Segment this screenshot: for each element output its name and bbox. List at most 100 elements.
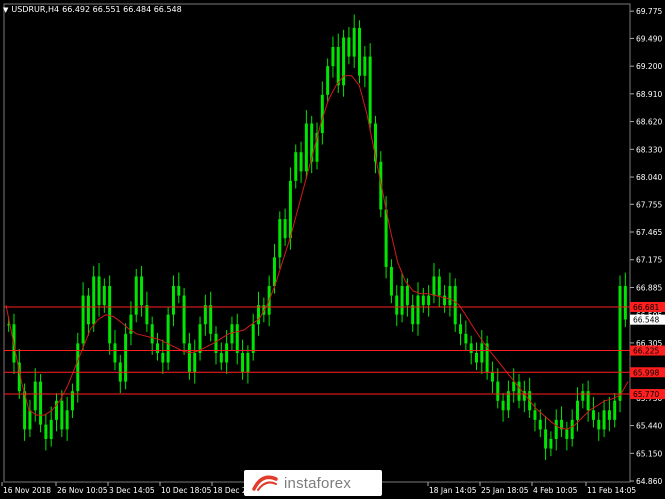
candle-body (60, 400, 64, 430)
candle-body (171, 286, 175, 315)
candle-body (294, 152, 298, 181)
y-tick-label: 67.755 (636, 200, 662, 209)
candle-body (257, 305, 261, 325)
candle-body (39, 381, 43, 425)
candle-body (389, 266, 393, 296)
candle-body (570, 419, 574, 439)
candle-body (597, 419, 601, 430)
candle-body (219, 352, 223, 363)
x-tick-label: 11 Feb 14:05 (587, 486, 636, 495)
candle-body (225, 343, 229, 363)
x-tick-label: 3 Dec 14:05 (109, 486, 155, 495)
x-tick-label: 4 Feb 10:05 (533, 486, 578, 495)
candle-body (182, 295, 186, 344)
candle-body (432, 276, 436, 296)
x-tick-label: 25 Jan 18:05 (481, 486, 529, 495)
x-tick-label: 16 Nov 2018 (3, 486, 51, 495)
symbol-label: USDRUR,H4 (11, 4, 60, 14)
candle-body (512, 381, 516, 392)
y-tick-label: 68.330 (636, 145, 662, 154)
candle-body (336, 47, 340, 86)
y-tick-label: 67.175 (636, 256, 662, 265)
candle-body (416, 295, 420, 325)
level-price-label: 66.681 (633, 303, 659, 312)
level-price-label: 66.225 (633, 347, 659, 356)
candle-body (607, 410, 611, 420)
candle-body (517, 381, 521, 401)
candle-body (251, 324, 255, 353)
y-tick-label: 66.885 (636, 283, 662, 292)
candle-body (150, 324, 154, 344)
candle-body (81, 295, 85, 344)
candle-body (459, 324, 463, 334)
candle-body (464, 333, 468, 344)
candle-body (480, 343, 484, 363)
y-tick-label: 68.910 (636, 90, 662, 99)
candle-body (108, 286, 112, 344)
candle-body (166, 314, 170, 363)
candle-body (501, 400, 505, 411)
current-price-label: 66.548 (633, 316, 659, 325)
candle-body (538, 419, 542, 430)
candle-body (581, 391, 585, 401)
candle-body (613, 400, 617, 420)
y-tick-label: 68.620 (636, 118, 662, 127)
candle-body (299, 152, 303, 172)
y-tick-label: 69.200 (636, 62, 662, 71)
candle-body (209, 305, 213, 334)
candle-body (86, 295, 90, 325)
candle-body (140, 276, 144, 306)
candle-body (28, 410, 32, 430)
y-tick-label: 65.150 (636, 449, 662, 458)
candle-body (246, 352, 250, 373)
candle-body (187, 343, 191, 373)
candle-body (474, 352, 478, 363)
candle-body (198, 324, 202, 353)
candle-body (395, 295, 399, 315)
candle-body (602, 410, 606, 430)
candle-body (235, 324, 239, 353)
candle-body (124, 333, 128, 382)
candle-body (405, 286, 409, 306)
price-chart[interactable]: 69.775 69.490 69.200 68.910 68.620 68.330 68.0… (0, 0, 665, 499)
candle-body (448, 286, 452, 306)
candle-body (278, 219, 282, 258)
candle-body (33, 381, 37, 411)
candle-body (554, 419, 558, 439)
candle-body (411, 305, 415, 325)
x-tick-label: 26 Nov 10:05 (57, 486, 108, 495)
candle-body (565, 429, 569, 439)
candle-body (44, 424, 48, 439)
candle-body (352, 27, 356, 57)
candle-body (469, 343, 473, 353)
logo-text: instaforex (284, 474, 352, 492)
candle-body (618, 286, 622, 401)
candle-body (347, 37, 351, 57)
candle-body (363, 56, 367, 76)
candle-body (161, 352, 165, 363)
y-tick-label: 69.775 (636, 7, 662, 16)
candle-body (331, 47, 335, 67)
candle-body (65, 410, 69, 430)
ohlc-values: 66.492 66.551 66.484 66.548 (62, 4, 182, 14)
candle-body (490, 372, 494, 382)
candle-body (193, 352, 197, 373)
candle-body (533, 410, 537, 420)
level-price-label: 65.770 (633, 390, 659, 399)
candle-body (272, 257, 276, 287)
chart-title: ▼ USDRUR,H4 66.492 66.551 66.484 66.548 (3, 3, 182, 16)
candle-body (623, 286, 627, 320)
candle-body (288, 180, 292, 239)
candle-body (304, 123, 308, 172)
candle-body (203, 305, 207, 325)
candle-body (49, 419, 53, 439)
candle-body (113, 343, 117, 363)
candle-body (591, 410, 595, 420)
candle-body (400, 286, 404, 315)
candle-body (177, 286, 181, 296)
y-tick-label: 64.860 (636, 477, 662, 486)
candle-body (544, 429, 548, 449)
x-tick-label: 10 Dec 18:05 (161, 486, 212, 495)
y-tick-label: 68.040 (636, 173, 662, 182)
dropdown-triangle-icon[interactable]: ▼ (3, 5, 8, 15)
